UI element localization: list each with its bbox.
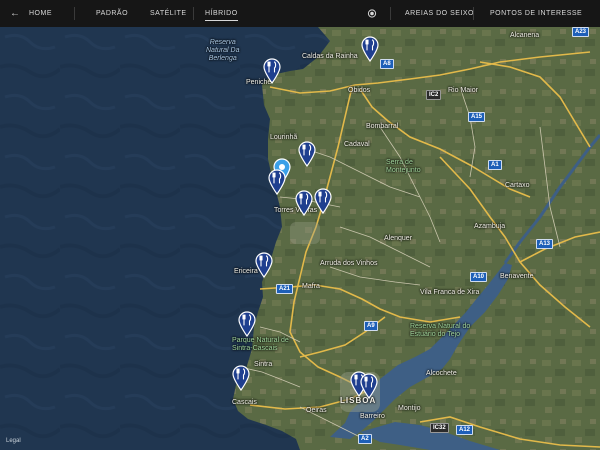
divider: [74, 7, 75, 20]
restaurant-marker[interactable]: [298, 141, 316, 167]
divider: [193, 7, 194, 20]
place-label: Arruda dos Vinhos: [320, 260, 378, 267]
location-name-button[interactable]: AREIAS DO SEIXO: [405, 0, 474, 27]
place-label: Benavente: [500, 273, 534, 280]
urban-area: [290, 222, 320, 244]
restaurant-marker[interactable]: [263, 58, 281, 84]
place-label: Cadaval: [344, 141, 370, 148]
place-label: Rio Maior: [448, 87, 478, 94]
place-label: Óbidos: [348, 87, 371, 94]
divider: [390, 7, 391, 20]
road-shield: A9: [364, 321, 378, 331]
location-icon[interactable]: [367, 0, 377, 27]
place-label: Mafra: [302, 283, 320, 290]
tab-padrao[interactable]: PADRÃO: [96, 0, 128, 27]
map-view[interactable]: Reserva Natural Da Berlenga Peniche Cald…: [0, 27, 600, 450]
place-label: Alcochete: [426, 370, 457, 377]
restaurant-marker[interactable]: [295, 190, 313, 216]
place-label: Bombarral: [366, 123, 399, 130]
restaurant-marker[interactable]: [238, 311, 256, 337]
tab-hibrido[interactable]: HÍBRIDO: [205, 8, 238, 21]
road-shield: A21: [276, 284, 294, 294]
place-label: Reserva Natural Da Berlenga: [206, 39, 240, 62]
road-shield: A10: [470, 272, 488, 282]
restaurant-marker[interactable]: [314, 188, 332, 214]
tab-satelite[interactable]: SATÉLITE: [150, 0, 187, 27]
legal-link[interactable]: Legal: [6, 438, 21, 444]
place-label: Montijo: [398, 405, 421, 412]
road-shield: A15: [468, 112, 486, 122]
place-label: Lourinhã: [270, 134, 298, 141]
home-button[interactable]: HOME: [29, 0, 52, 27]
road-shield: A23: [572, 27, 590, 37]
divider: [473, 7, 474, 20]
points-of-interest-button[interactable]: PONTOS DE INTERESSE: [490, 0, 582, 27]
restaurant-marker[interactable]: [268, 169, 286, 195]
road-shield: IC32: [430, 423, 449, 433]
top-bar: ← HOME PADRÃO SATÉLITE HÍBRIDO AREIAS DO…: [0, 0, 600, 27]
place-label: Azambuja: [474, 223, 506, 230]
road-shield: A8: [380, 59, 394, 69]
restaurant-marker[interactable]: [232, 365, 250, 391]
restaurant-marker[interactable]: [361, 36, 379, 62]
road-shield: A1: [488, 160, 502, 170]
place-label: Reserva Natural do Estuário do Tejo: [410, 323, 471, 338]
road-shield: A2: [358, 434, 372, 444]
place-label: Cartaxo: [505, 182, 530, 189]
restaurant-marker[interactable]: [255, 252, 273, 278]
restaurant-marker[interactable]: [360, 373, 378, 399]
road-shield: A12: [456, 425, 474, 435]
back-arrow-icon[interactable]: ←: [10, 0, 21, 27]
place-label: Alenquer: [384, 235, 413, 242]
road-shield: IC2: [426, 90, 442, 100]
road-shield: A13: [536, 239, 554, 249]
place-label: Serra de Montejunto: [386, 159, 421, 174]
place-label: Parque Natural de Sintra-Cascais: [232, 337, 289, 352]
place-label: Cascais: [232, 399, 257, 406]
place-label: Caldas da Rainha: [302, 53, 358, 60]
map-canvas: [0, 27, 600, 450]
place-label: Alcanena: [510, 32, 540, 39]
place-label: Vila Franca de Xira: [420, 289, 480, 296]
place-label: Barreiro: [360, 413, 385, 420]
place-label: Sintra: [254, 361, 273, 368]
place-label: Oeiras: [306, 407, 327, 414]
